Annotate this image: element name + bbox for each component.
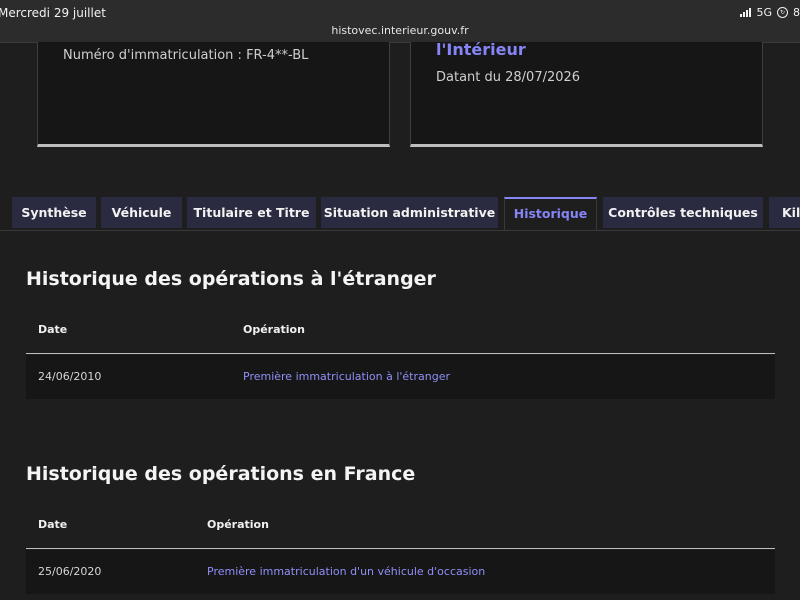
row-operation-link[interactable]: Première immatriculation d'un véhicule d… <box>207 550 485 594</box>
browser-status-bar: Mercredi 29 juillet histovec.interieur.g… <box>0 0 800 43</box>
row-date: 24/06/2010 <box>38 370 102 383</box>
tab-historique[interactable]: Historique <box>504 197 597 230</box>
row-date: 25/06/2020 <box>38 565 102 578</box>
report-date: Datant du 28/07/2026 <box>436 70 581 85</box>
registration-card: Numéro d'immatriculation : FR-4**-BL <box>37 42 390 147</box>
france-section-title: Historique des opérations en France <box>26 463 416 485</box>
abroad-date-header: Date <box>38 323 68 336</box>
status-date: Mercredi 29 juillet <box>0 6 106 20</box>
abroad-section-title: Historique des opérations à l'étranger <box>26 268 436 290</box>
tab-synthese[interactable]: Synthèse <box>12 197 96 228</box>
battery-level: 8 <box>793 6 800 19</box>
france-table-divider <box>26 548 775 549</box>
table-row: 24/06/2010 Première immatriculation à l'… <box>26 355 775 399</box>
network-label: 5G <box>756 6 772 19</box>
abroad-operation-header: Opération <box>243 323 305 336</box>
france-date-header: Date <box>38 518 68 531</box>
france-operation-header: Opération <box>207 518 269 531</box>
report-tabs: Synthèse Véhicule Titulaire et Titre Sit… <box>0 197 800 231</box>
tab-situation[interactable]: Situation administrative <box>321 197 498 228</box>
tab-controles[interactable]: Contrôles techniques <box>603 197 763 228</box>
status-indicators: 5G ↻ 8 <box>740 6 800 19</box>
table-row: 25/06/2020 Première immatriculation d'un… <box>26 550 775 594</box>
tab-vehicule[interactable]: Véhicule <box>101 197 182 228</box>
ministry-title: l'Intérieur <box>436 40 526 59</box>
tab-kilometrage[interactable]: Kilo <box>769 197 800 228</box>
row-operation-link[interactable]: Première immatriculation à l'étranger <box>243 355 450 399</box>
tab-titulaire[interactable]: Titulaire et Titre <box>187 197 316 228</box>
signal-icon <box>740 8 752 17</box>
rotation-lock-icon: ↻ <box>777 7 788 18</box>
registration-number: Numéro d'immatriculation : FR-4**-BL <box>63 48 309 63</box>
ministry-card: l'Intérieur Datant du 28/07/2026 <box>410 40 763 147</box>
url-bar[interactable]: histovec.interieur.gouv.fr <box>0 24 800 37</box>
abroad-table-divider <box>26 353 775 354</box>
